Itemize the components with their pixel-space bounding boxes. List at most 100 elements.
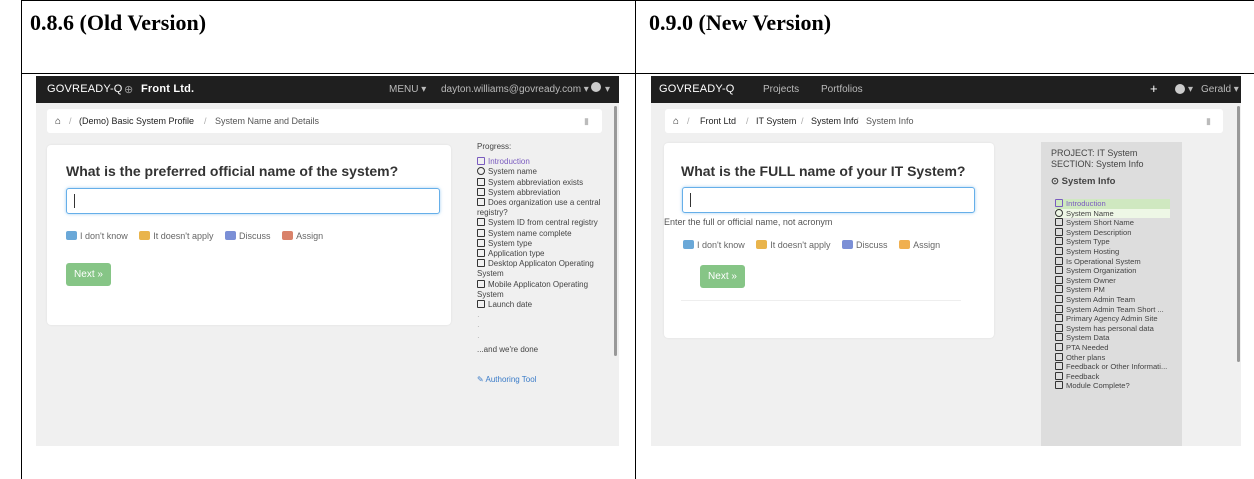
progress-item[interactable]: System ID from central registry	[477, 218, 601, 228]
progress-item[interactable]: System Admin Team Short ...	[1055, 304, 1170, 315]
menu-dropdown[interactable]: MENU ▾	[389, 84, 426, 95]
authoring-tool-link[interactable]: ✎ Authoring Tool	[477, 375, 601, 385]
doesnt-apply-button[interactable]: It doesn't apply	[139, 231, 214, 241]
breadcrumb-item[interactable]: (Demo) Basic System Profile	[79, 116, 194, 126]
empty-box-icon	[1055, 304, 1063, 313]
progress-item[interactable]: System Data	[1055, 333, 1170, 343]
progress-item-label: System abbreviation	[488, 187, 561, 197]
progress-item-label: System Description	[1066, 227, 1132, 237]
current-dot-icon	[477, 167, 485, 176]
breadcrumb-item[interactable]: IT System	[756, 116, 796, 126]
progress-item-label: System Short Name	[1066, 218, 1134, 228]
progress-item-label: System	[477, 289, 504, 299]
home-icon[interactable]: ⌂	[673, 116, 679, 127]
progress-item[interactable]: Primary Agency Admin Site	[1055, 314, 1170, 324]
scrollbar[interactable]	[1237, 106, 1240, 362]
progress-item[interactable]: PTA Needed	[1055, 342, 1170, 353]
check-box-icon	[1055, 199, 1063, 207]
progress-item[interactable]: System Hosting	[1055, 246, 1170, 257]
discuss-button[interactable]: Discuss	[842, 240, 888, 250]
progress-item: System	[477, 269, 601, 279]
empty-box-icon	[1055, 246, 1063, 255]
progress-item-label: System Type	[1066, 237, 1110, 247]
breadcrumb-separator: /	[746, 116, 749, 126]
answer-input[interactable]	[66, 188, 440, 214]
breadcrumb-item[interactable]: Front Ltd	[700, 116, 736, 126]
progress-item[interactable]: System Type	[1055, 237, 1170, 247]
progress-item[interactable]: System Owner	[1055, 275, 1170, 286]
dont-know-button[interactable]: I don't know	[66, 231, 128, 241]
empty-box-icon	[1055, 333, 1063, 342]
trash-icon[interactable]: ▮	[1206, 116, 1211, 127]
empty-box-icon	[1055, 227, 1063, 236]
next-button[interactable]: Next »	[700, 265, 745, 288]
user-menu[interactable]: Gerald ▾	[1201, 84, 1239, 95]
progress-item[interactable]: System name	[477, 167, 601, 177]
progress-item[interactable]: System has personal data	[1055, 323, 1170, 334]
progress-item[interactable]: Introduction	[477, 157, 601, 167]
trash-icon[interactable]: ▮	[584, 116, 589, 127]
globe-icon: ⊕	[124, 84, 134, 96]
chat-icon	[225, 231, 237, 240]
progress-item[interactable]: System Name	[1055, 208, 1170, 219]
progress-item[interactable]: System Organization	[1055, 266, 1170, 276]
breadcrumb-item[interactable]: System Info	[811, 116, 859, 126]
org-name[interactable]: Front Ltd.	[141, 83, 194, 95]
nav-portfolios[interactable]: Portfolios	[821, 84, 863, 95]
progress-item[interactable]: System abbreviation	[477, 187, 601, 198]
breadcrumb-separator: /	[204, 116, 207, 126]
dont-know-button[interactable]: I don't know	[683, 240, 745, 250]
scrollbar[interactable]	[614, 106, 617, 356]
home-icon[interactable]: ⌂	[55, 116, 61, 127]
progress-item[interactable]: Introduction	[1055, 199, 1170, 209]
progress-item-label: PTA Needed	[1066, 342, 1109, 352]
empty-box-icon	[477, 198, 485, 207]
progress-item[interactable]: Feedback	[1055, 371, 1170, 382]
progress-item[interactable]: Launch date	[477, 300, 601, 310]
brand-logo[interactable]: GOVREADY-Q	[659, 83, 735, 95]
progress-item[interactable]: System type	[477, 238, 601, 249]
assign-button[interactable]: Assign	[282, 231, 323, 241]
progress-item[interactable]: System PM	[1055, 285, 1170, 295]
avatar[interactable]	[1175, 84, 1185, 94]
progress-item-label: registry?	[477, 208, 508, 218]
progress-item[interactable]: Desktop Applicaton Operating	[477, 259, 601, 269]
progress-item[interactable]: System Admin Team	[1055, 294, 1170, 305]
question-text: What is the FULL name of your IT System?	[681, 163, 966, 179]
empty-box-icon	[1055, 285, 1063, 294]
progress-item[interactable]: Other plans	[1055, 352, 1170, 363]
nav-projects[interactable]: Projects	[763, 84, 799, 95]
discuss-button[interactable]: Discuss	[225, 231, 271, 241]
progress-item[interactable]: System Description	[1055, 227, 1170, 238]
next-button[interactable]: Next »	[66, 263, 111, 286]
progress-item-label: Feedback or Other Informati...	[1066, 362, 1168, 372]
brand-logo[interactable]: GOVREADY-Q	[47, 83, 123, 95]
progress-sidebar: Progress: Introduction System name System …	[477, 142, 601, 385]
progress-item[interactable]: System abbreviation exists	[477, 177, 601, 188]
project-label: PROJECT: IT System	[1051, 148, 1138, 158]
assign-button[interactable]: Assign	[899, 240, 940, 250]
user-menu[interactable]: dayton.williams@govready.com ▾	[441, 84, 589, 95]
progress-item[interactable]: Module Complete?	[1055, 381, 1170, 391]
progress-item[interactable]: System name complete	[477, 228, 601, 239]
empty-box-icon	[477, 187, 485, 196]
progress-item-label: System Hosting	[1066, 246, 1120, 256]
chevron-down-icon[interactable]: ▾	[605, 84, 610, 95]
progress-item[interactable]: Mobile Applicaton Operating	[477, 279, 601, 290]
divider	[681, 300, 961, 301]
progress-item[interactable]: Does organization use a central	[477, 198, 601, 208]
shrug-icon	[756, 240, 768, 249]
plus-icon[interactable]: +	[1150, 81, 1158, 96]
answer-input[interactable]	[682, 187, 975, 213]
progress-item[interactable]: System Short Name	[1055, 218, 1170, 228]
hand-pointer-icon	[899, 240, 911, 249]
progress-item[interactable]: Feedback or Other Informati...	[1055, 362, 1170, 372]
progress-item-label: System Owner	[1066, 275, 1116, 285]
progress-item[interactable]: Is Operational System	[1055, 256, 1170, 267]
empty-box-icon	[477, 300, 485, 309]
progress-item[interactable]: Application type	[477, 249, 601, 259]
chevron-down-icon[interactable]: ▾	[1188, 84, 1193, 95]
avatar[interactable]	[591, 82, 601, 92]
progress-item-label: System Data	[1066, 333, 1110, 343]
doesnt-apply-button[interactable]: It doesn't apply	[756, 240, 831, 250]
